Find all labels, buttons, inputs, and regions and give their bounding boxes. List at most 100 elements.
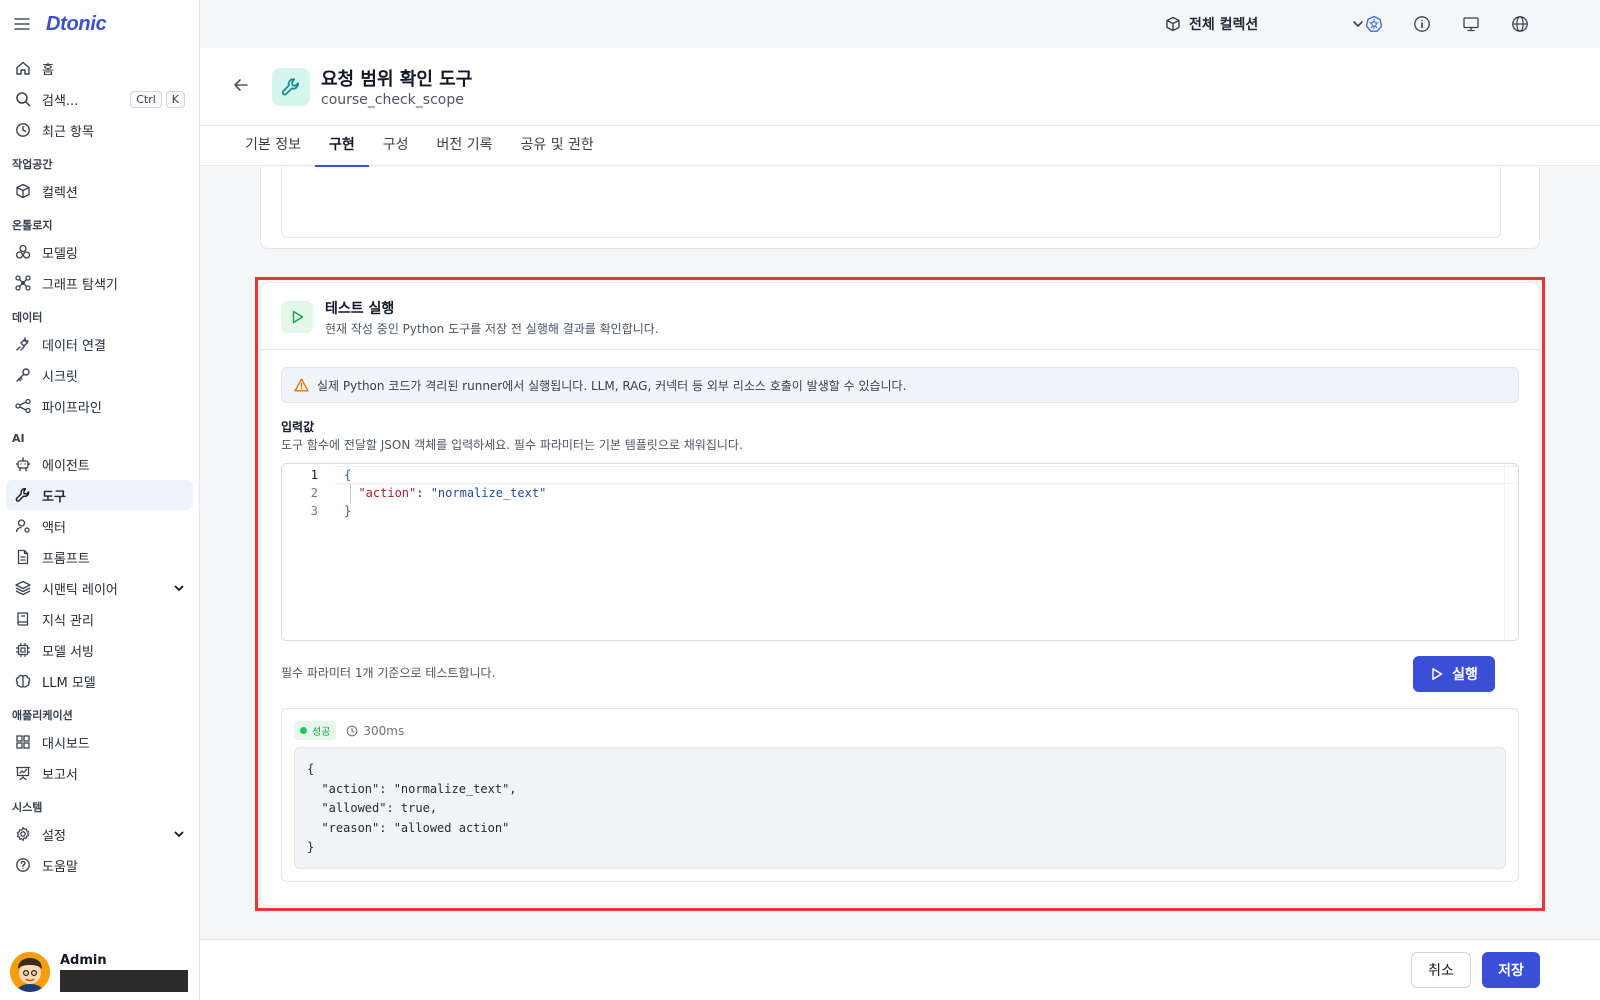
page-subtitle: course_check_scope <box>321 92 464 108</box>
layers-icon <box>14 579 32 597</box>
sidebar-item-prompt[interactable]: 프롬프트 <box>6 542 193 572</box>
test-run-panel: 테스트 실행 현재 작성 중인 Python 도구를 저장 전 실행해 결과를 … <box>260 282 1540 906</box>
sidebar-item-help[interactable]: 도움말 <box>6 850 193 880</box>
sidebar-item-graph-explorer[interactable]: 그래프 탐색기 <box>6 268 193 298</box>
section-system: 시스템 <box>12 801 43 814</box>
sidebar-item-label: 도구 <box>42 489 66 505</box>
sidebar-item-label: 액터 <box>42 520 66 536</box>
sidebar-item-tool[interactable]: 도구 <box>6 480 193 510</box>
tab-implementation[interactable]: 구현 <box>314 126 369 167</box>
code-token: { <box>344 468 352 482</box>
status-badge: 성공 <box>294 721 337 740</box>
sidebar-item-label: 그래프 탐색기 <box>42 277 118 293</box>
avatar <box>10 952 50 992</box>
save-button[interactable]: 저장 <box>1482 952 1540 988</box>
footer-actions: 취소 저장 <box>200 939 1600 1000</box>
search-icon <box>14 90 32 108</box>
current-line-highlight <box>334 466 1518 484</box>
cancel-button[interactable]: 취소 <box>1411 952 1471 988</box>
section-ontology: 온톨로지 <box>12 219 53 232</box>
tab-configuration[interactable]: 구성 <box>369 126 423 166</box>
sidebar-item-search[interactable]: 검색... Ctrl K <box>6 84 193 114</box>
hamburger-menu-icon[interactable] <box>14 17 30 31</box>
code-token: "action" <box>358 486 417 500</box>
chevron-down-icon <box>1351 17 1365 31</box>
page-header: 요청 범위 확인 도구 course_check_scope <box>200 48 1600 126</box>
editor-scrollbar[interactable] <box>1504 464 1518 640</box>
pipeline-icon <box>14 397 32 415</box>
sidebar-item-settings[interactable]: 설정 <box>6 819 193 849</box>
line-number: 1 <box>310 468 318 482</box>
run-button[interactable]: 실행 <box>1413 656 1495 692</box>
sidebar-item-pipeline[interactable]: 파이프라인 <box>6 391 193 421</box>
collection-selector[interactable]: 전체 컬렉션 <box>1165 12 1365 36</box>
sidebar-item-knowledge[interactable]: 지식 관리 <box>6 604 193 634</box>
line-number: 2 <box>310 486 318 500</box>
globe-icon[interactable] <box>1510 14 1530 34</box>
info-icon[interactable] <box>1412 14 1432 34</box>
sidebar-item-home[interactable]: 홈 <box>6 53 193 83</box>
user-profile[interactable]: Admin <box>10 952 189 992</box>
section-ai: AI <box>12 432 25 445</box>
sidebar-item-agent[interactable]: 에이전트 <box>6 449 193 479</box>
status-dot <box>300 727 307 734</box>
code-line: 2 "action": "normalize_text" <box>282 484 547 502</box>
brain-icon <box>14 672 32 690</box>
sidebar-item-recent[interactable]: 최근 항목 <box>6 115 193 145</box>
tab-bar: 기본 정보 구현 구성 버전 기록 공유 및 권한 <box>200 126 1600 167</box>
monitor-icon[interactable] <box>1461 14 1481 34</box>
code-token: } <box>344 504 352 518</box>
tab-sharing-permissions[interactable]: 공유 및 권한 <box>507 126 608 166</box>
sidebar-item-report[interactable]: 보고서 <box>6 758 193 788</box>
graph-icon <box>14 274 32 292</box>
sidebar-item-label: LLM 모델 <box>42 675 96 691</box>
result-output: { "action": "normalize_text", "allowed":… <box>294 747 1506 869</box>
redacted-user-detail <box>60 969 188 992</box>
input-label: 입력값 <box>281 420 315 434</box>
sidebar-item-modeling[interactable]: 모델링 <box>6 237 193 267</box>
brand-logo[interactable]: Dtonic <box>46 13 107 36</box>
duration-value: 300ms <box>363 723 405 738</box>
sidebar-item-data-connection[interactable]: 데이터 연결 <box>6 329 193 359</box>
test-run-header: 테스트 실행 현재 작성 중인 Python 도구를 저장 전 실행해 결과를 … <box>261 283 1539 350</box>
code-editor-area[interactable] <box>281 167 1501 238</box>
presentation-icon <box>14 764 32 782</box>
topbar: 전체 컬렉션 <box>200 0 1600 48</box>
json-input-editor[interactable]: 1 { 2 "action": "normalize_text" 3 } <box>281 463 1519 641</box>
sidebar-item-collection[interactable]: 컬렉션 <box>6 176 193 206</box>
sidebar-header: Dtonic <box>0 0 199 48</box>
result-status-row: 성공 300ms <box>294 721 404 740</box>
sidebar-item-label: 모델 서빙 <box>42 644 94 660</box>
collection-selector-label: 전체 컬렉션 <box>1189 17 1259 33</box>
duration: 300ms <box>346 724 404 738</box>
sidebar-item-label: 데이터 연결 <box>42 338 106 354</box>
section-workspace: 작업공간 <box>12 158 53 171</box>
sidebar-item-semantic-layer[interactable]: 시맨틱 레이어 <box>6 573 193 603</box>
sidebar-item-label: 컬렉션 <box>42 185 78 201</box>
wrench-icon <box>14 486 32 504</box>
tab-version-history[interactable]: 버전 기록 <box>423 126 507 166</box>
help-circle-icon <box>14 856 32 874</box>
chevron-down-icon[interactable] <box>173 828 185 840</box>
kubernetes-icon[interactable] <box>1364 14 1384 34</box>
sidebar-item-label: 홈 <box>42 62 54 78</box>
chevron-down-icon[interactable] <box>173 582 185 594</box>
user-name: Admin <box>60 952 107 968</box>
shapes-icon <box>14 243 32 261</box>
section-data: 데이터 <box>12 311 43 324</box>
sidebar-item-label: 파이프라인 <box>42 400 102 416</box>
sidebar-item-llm-model[interactable]: LLM 모델 <box>6 666 193 696</box>
tab-basic-info[interactable]: 기본 정보 <box>231 126 315 166</box>
sidebar-item-label: 설정 <box>42 828 66 844</box>
sidebar-item-dashboard[interactable]: 대시보드 <box>6 727 193 757</box>
test-run-description: 현재 작성 중인 Python 도구를 저장 전 실행해 결과를 확인합니다. <box>325 322 659 336</box>
sidebar-item-model-serving[interactable]: 모델 서빙 <box>6 635 193 665</box>
user-gear-icon <box>14 517 32 535</box>
warning-text: 실제 Python 코드가 격리된 runner에서 실행됩니다. LLM, R… <box>317 378 907 393</box>
back-arrow-icon[interactable] <box>232 76 252 96</box>
sidebar-item-secret[interactable]: 시크릿 <box>6 360 193 390</box>
code-card <box>260 167 1540 249</box>
code-token: "normalize_text" <box>430 486 547 500</box>
sidebar-item-actor[interactable]: 액터 <box>6 511 193 541</box>
document-icon <box>14 548 32 566</box>
